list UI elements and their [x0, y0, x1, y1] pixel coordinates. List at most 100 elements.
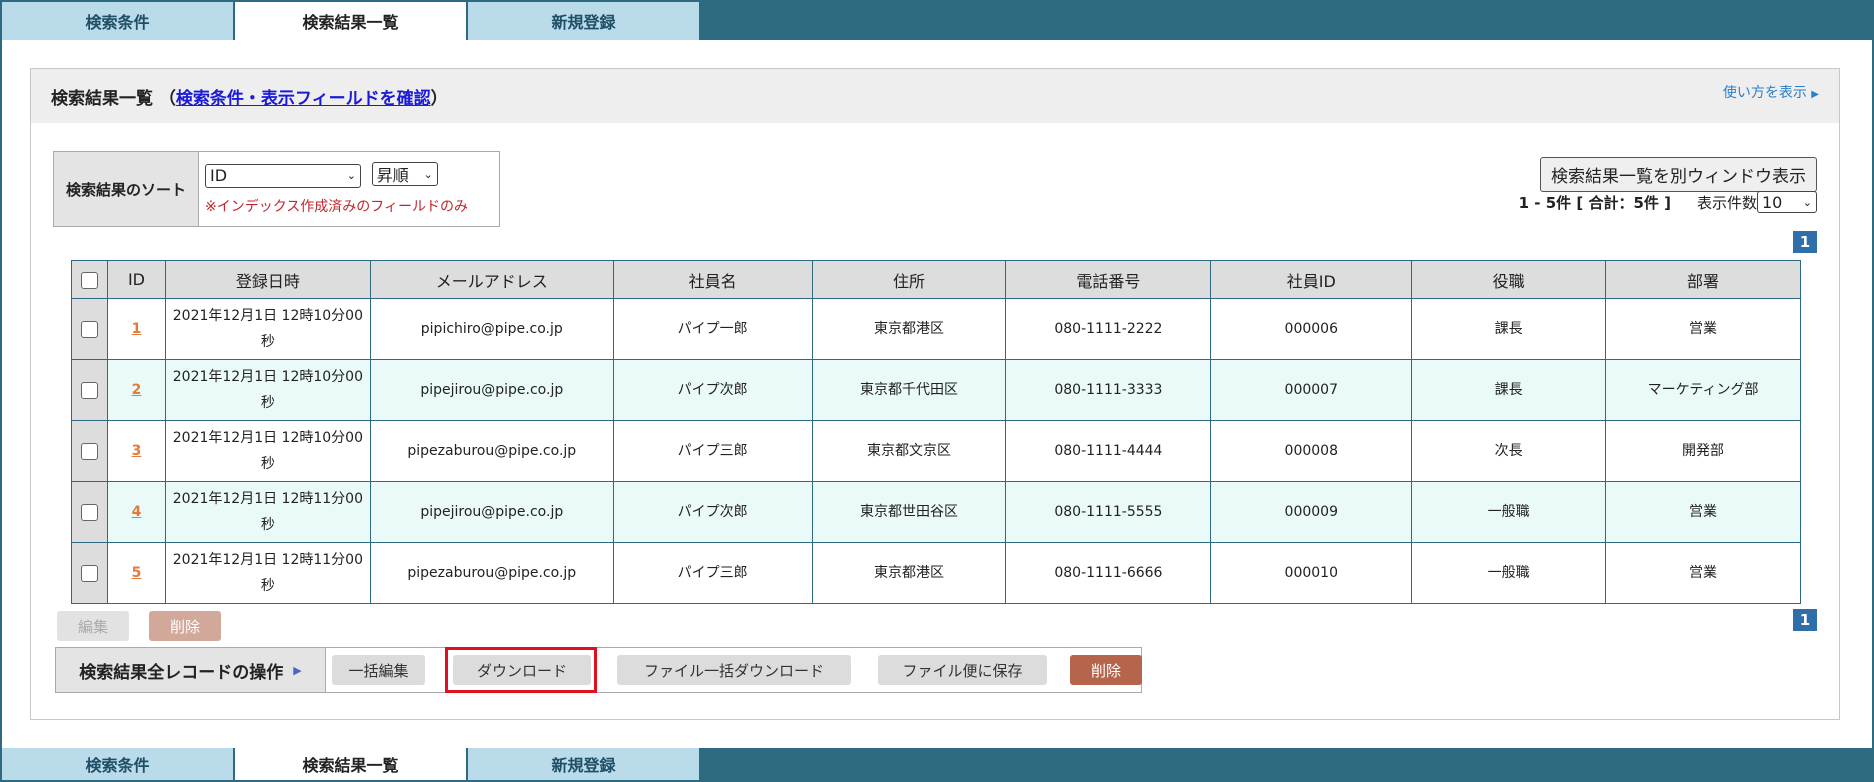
col-header-phone[interactable]: 電話番号 [1005, 260, 1212, 299]
tab-new-registration[interactable]: 新規登録 [468, 2, 701, 40]
name-cell: パイプ次郎 [612, 359, 813, 421]
phone-cell: 080-1111-3333 [1005, 359, 1212, 421]
department-cell: マーケティング部 [1605, 359, 1801, 421]
result-count: 1 - 5件 [ 合計：5件 ] [1518, 193, 1671, 212]
department-cell: 開発部 [1605, 420, 1801, 482]
triangle-right-icon: ▶ [293, 663, 302, 677]
col-header-department[interactable]: 部署 [1605, 260, 1801, 299]
record-id-link[interactable]: 2 [132, 382, 142, 398]
record-id-link[interactable]: 4 [132, 504, 142, 520]
help-link[interactable]: 使い方を表示 ▶ [1723, 82, 1819, 102]
id-cell: 4 [106, 481, 166, 543]
results-table: ID 登録日時 メールアドレス 社員名 住所 電話番号 社員ID 役職 部署 1… [71, 260, 1801, 604]
delete-selected-button[interactable]: 削除 [149, 611, 221, 641]
sort-note: ※インデックス作成済みのフィールドのみ [205, 198, 469, 215]
tab-search-conditions[interactable]: 検索条件 [2, 748, 235, 780]
address-cell: 東京都港区 [811, 542, 1007, 604]
open-in-new-window-button[interactable]: 検索結果一覧を別ウィンドウ表示 [1540, 157, 1817, 192]
row-checkbox[interactable] [80, 320, 98, 338]
sort-box: 検索結果のソート ID ⌄ 昇順 ⌄ ※インデックス作成済みのフィールドのみ [53, 151, 500, 227]
operations-label: 検索結果全レコードの操作 ▶ [56, 648, 326, 692]
row-checkbox[interactable] [80, 503, 98, 521]
select-all-checkbox[interactable] [80, 272, 98, 289]
col-header-name[interactable]: 社員名 [612, 260, 813, 299]
id-cell: 1 [106, 298, 166, 360]
tab-search-results[interactable]: 検索結果一覧 [235, 748, 468, 780]
panel-title: 検索結果一覧 （検索条件・表示フィールドを確認） [51, 84, 448, 109]
email-cell: pipezaburou@pipe.co.jp [369, 542, 614, 604]
date-cell: 2021年12月1日 12時11分00 秒 [164, 542, 371, 604]
col-header-address[interactable]: 住所 [811, 260, 1007, 299]
page-number-top[interactable]: 1 [1793, 231, 1817, 253]
address-cell: 東京都港区 [811, 298, 1007, 360]
email-cell: pipejirou@pipe.co.jp [369, 359, 614, 421]
sort-field-select[interactable]: ID ⌄ [205, 163, 361, 188]
col-header-email[interactable]: メールアドレス [369, 260, 614, 299]
row-select-cell [71, 359, 108, 421]
table-row: 1 2021年12月1日 12時10分00 秒 pipichiro@pipe.co… [71, 298, 1801, 360]
record-id-link[interactable]: 5 [132, 565, 142, 581]
name-cell: パイプ三郎 [612, 420, 813, 482]
col-header-date[interactable]: 登録日時 [164, 260, 371, 299]
row-checkbox[interactable] [80, 381, 98, 399]
name-cell: パイプ一郎 [612, 298, 813, 360]
bottom-tab-bar: 検索条件 検索結果一覧 新規登録 [2, 748, 1872, 780]
title-prefix: 検索結果一覧 （ [51, 88, 176, 109]
col-header-employee-id[interactable]: 社員ID [1210, 260, 1413, 299]
date-text-suffix: 秒 [260, 456, 275, 472]
row-select-cell [71, 542, 108, 604]
row-checkbox[interactable] [80, 442, 98, 460]
employee-id-cell: 000006 [1210, 298, 1413, 360]
title-suffix: ） [430, 88, 448, 109]
title-cell: 課長 [1411, 298, 1607, 360]
table-header-row: ID 登録日時 メールアドレス 社員名 住所 電話番号 社員ID 役職 部署 [71, 260, 1801, 299]
tab-search-results[interactable]: 検索結果一覧 [235, 2, 468, 40]
date-text: 2021年12月1日 12時11分00 [172, 491, 363, 507]
name-cell: パイプ次郎 [612, 481, 813, 543]
page-number-bottom[interactable]: 1 [1793, 609, 1817, 631]
date-text-suffix: 秒 [260, 578, 275, 594]
name-cell: パイプ三郎 [612, 542, 813, 604]
department-cell: 営業 [1605, 481, 1801, 543]
col-header-title[interactable]: 役職 [1411, 260, 1607, 299]
row-select-cell [71, 420, 108, 482]
date-text: 2021年12月1日 12時10分00 [172, 308, 363, 324]
date-text: 2021年12月1日 12時11分00 [172, 552, 363, 568]
date-text: 2021年12月1日 12時10分00 [172, 369, 363, 385]
all-records-operations: 検索結果全レコードの操作 ▶ 一括編集 ダウンロード ファイル一括ダウンロード … [55, 647, 1142, 693]
record-id-link[interactable]: 3 [132, 443, 142, 459]
per-page-select[interactable]: 10 ⌄ [1757, 191, 1817, 213]
employee-id-cell: 000008 [1210, 420, 1413, 482]
sort-field-value: ID [210, 166, 228, 185]
file-bulk-download-button[interactable]: ファイル一括ダウンロード [617, 655, 851, 685]
select-all-cell [71, 260, 108, 299]
bulk-edit-button[interactable]: 一括編集 [332, 655, 425, 685]
operations-label-text: 検索結果全レコードの操作 [79, 662, 284, 683]
top-tab-bar: 検索条件 検索結果一覧 新規登録 [2, 2, 1872, 40]
panel-header: 検索結果一覧 （検索条件・表示フィールドを確認） 使い方を表示 ▶ [31, 69, 1839, 123]
tab-search-conditions[interactable]: 検索条件 [2, 2, 235, 40]
chevron-down-icon: ⌄ [1802, 195, 1812, 209]
table-row: 3 2021年12月1日 12時10分00 秒 pipezaburou@pipe.… [71, 420, 1801, 482]
title-cell: 課長 [1411, 359, 1607, 421]
phone-cell: 080-1111-4444 [1005, 420, 1212, 482]
save-to-file-box-button[interactable]: ファイル便に保存 [878, 655, 1047, 685]
email-cell: pipezaburou@pipe.co.jp [369, 420, 614, 482]
address-cell: 東京都千代田区 [811, 359, 1007, 421]
date-text-suffix: 秒 [260, 395, 275, 411]
col-header-id[interactable]: ID [106, 260, 166, 299]
address-cell: 東京都文京区 [811, 420, 1007, 482]
sort-order-select[interactable]: 昇順 ⌄ [371, 162, 438, 186]
date-text-suffix: 秒 [260, 334, 275, 350]
delete-all-button[interactable]: 削除 [1070, 655, 1142, 685]
row-checkbox[interactable] [80, 564, 98, 582]
chevron-down-icon: ⌄ [346, 169, 356, 182]
per-page-label: 表示件数 [1696, 193, 1757, 212]
tab-new-registration[interactable]: 新規登録 [468, 748, 701, 780]
record-id-link[interactable]: 1 [132, 321, 142, 337]
edit-selected-button[interactable]: 編集 [57, 611, 129, 641]
id-cell: 2 [106, 359, 166, 421]
date-cell: 2021年12月1日 12時11分00 秒 [164, 481, 371, 543]
confirm-conditions-link[interactable]: 検索条件・表示フィールドを確認 [176, 89, 431, 109]
date-cell: 2021年12月1日 12時10分00 秒 [164, 298, 371, 360]
